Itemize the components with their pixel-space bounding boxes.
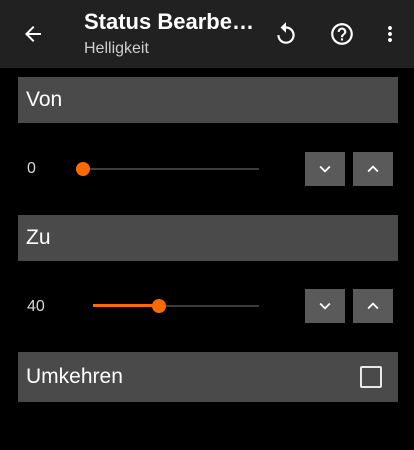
chevron-down-icon (319, 302, 331, 310)
invert-checkbox[interactable] (360, 366, 382, 388)
to-section-header: Zu (18, 215, 398, 261)
from-section-header: Von (18, 77, 398, 123)
help-circle-icon (331, 23, 353, 45)
help-button[interactable] (320, 10, 364, 58)
arrow-back-icon (25, 26, 41, 42)
from-increase-button[interactable] (353, 152, 393, 186)
to-value-label: 40 (27, 298, 45, 315)
page-title: Status Bearbeiten (84, 9, 259, 34)
from-slider[interactable] (76, 157, 259, 181)
page-subtitle: Helligkeit (84, 40, 149, 57)
back-button[interactable] (11, 10, 55, 58)
from-value-label: 0 (27, 160, 36, 177)
from-slider-track (83, 168, 259, 170)
more-vertical-icon (388, 26, 392, 42)
reset-icon (277, 22, 295, 44)
more-options-button[interactable] (368, 10, 412, 58)
chevron-up-icon (367, 165, 379, 173)
to-section-title: Zu (26, 226, 51, 249)
from-decrease-button[interactable] (305, 152, 345, 186)
from-section-title: Von (26, 88, 63, 111)
to-slider-fill (93, 304, 160, 307)
chevron-down-icon (319, 165, 331, 173)
from-slider-thumb[interactable] (76, 162, 90, 176)
invert-label: Umkehren (26, 365, 123, 388)
to-decrease-button[interactable] (305, 289, 345, 323)
app-toolbar: Status Bearbeiten Helligkeit (0, 0, 414, 68)
to-increase-button[interactable] (353, 289, 393, 323)
chevron-up-icon (367, 302, 379, 310)
reset-button[interactable] (264, 10, 308, 58)
to-slider-thumb[interactable] (152, 299, 167, 313)
invert-row[interactable]: Umkehren (18, 352, 398, 402)
to-slider[interactable] (93, 294, 259, 318)
